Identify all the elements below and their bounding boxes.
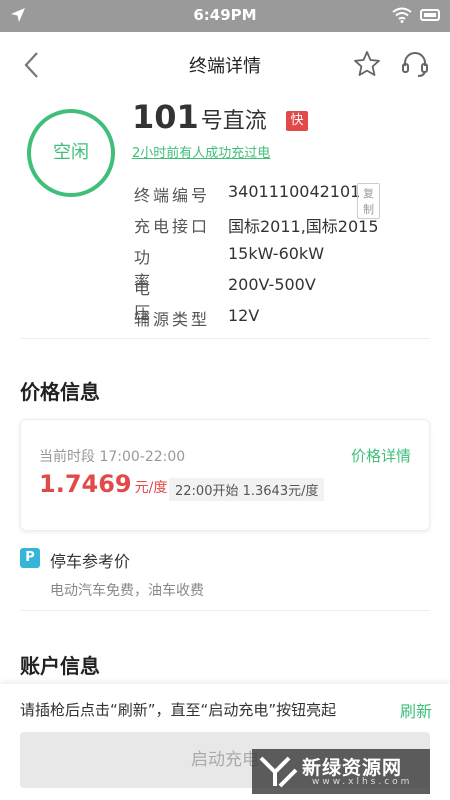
star-icon[interactable]: [352, 49, 382, 83]
fast-badge: 快: [286, 111, 308, 131]
battery-icon: [420, 9, 440, 21]
divider: [20, 610, 430, 611]
terminal-number: 101: [132, 98, 199, 136]
parking-icon: P: [20, 548, 40, 568]
spec-label: 终端编号: [134, 186, 211, 205]
account-section-title: 账户信息: [20, 654, 100, 678]
price-value: 1.7469: [39, 470, 132, 498]
terminal-name: 101号直流: [132, 98, 267, 136]
spec-value: 12V: [228, 306, 260, 325]
price-card: 当前时段 17:00-22:00 价格详情 1.7469 元/度 22:00开始 …: [20, 419, 430, 531]
status-bar: 6:49PM: [0, 0, 450, 32]
spec-label: 充电接口: [134, 217, 211, 236]
status-ring: 空闲: [27, 109, 115, 197]
parking-title: 停车参考价: [50, 552, 131, 571]
wifi-icon: [392, 7, 412, 27]
status-text: 空闲: [53, 142, 89, 163]
headset-icon[interactable]: [400, 49, 430, 83]
watermark-logo-icon: [258, 753, 298, 793]
terminal-type: 号直流: [200, 109, 267, 134]
watermark: 新绿资源网 www.xlhs.com: [252, 749, 430, 794]
divider: [20, 338, 430, 339]
page-title: 终端详情: [189, 56, 261, 77]
next-period-price: 22:00开始 1.3643元/度: [169, 478, 325, 501]
price-unit: 元/度: [134, 480, 168, 496]
last-charge-link[interactable]: 2小时前有人成功充过电: [132, 142, 270, 161]
nav-bar: 终端详情: [0, 32, 450, 98]
watermark-text: 新绿资源网: [302, 757, 403, 779]
price-section-title: 价格信息: [20, 380, 100, 404]
parking-desc: 电动汽车免费，油车收费: [50, 583, 204, 599]
watermark-url: www.xlhs.com: [312, 777, 413, 787]
current-period: 当前时段 17:00-22:00: [39, 449, 186, 465]
refresh-button[interactable]: 刷新: [400, 698, 432, 722]
spec-value: 国标2011,国标2015: [228, 217, 379, 236]
spec-label: 辅源类型: [134, 310, 211, 329]
spec-value: 3401110042101: [228, 182, 361, 201]
price-detail-link[interactable]: 价格详情: [351, 445, 411, 466]
current-price: 1.7469 元/度: [39, 470, 167, 498]
spec-value: 200V-500V: [228, 275, 316, 294]
plug-hint: 请插枪后点击“刷新”，直至“启动充电”按钮亮起: [20, 701, 337, 719]
status-time: 6:49PM: [193, 6, 257, 24]
spec-value: 15kW-60kW: [228, 244, 325, 263]
